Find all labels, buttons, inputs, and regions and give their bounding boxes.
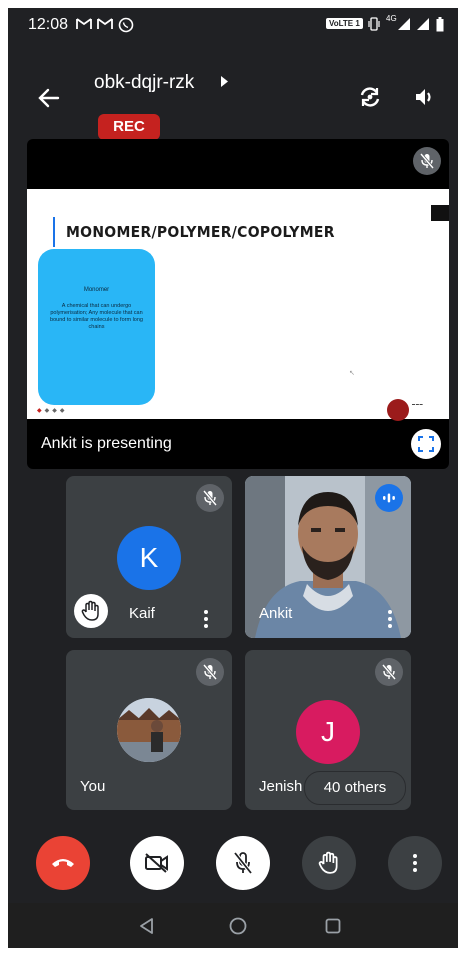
meeting-code[interactable]: obk-dqjr-rzk: [94, 72, 194, 94]
status-bar: 12:08 VoLTE 1 4G: [8, 8, 458, 42]
end-call-icon: [52, 859, 74, 867]
presentation-tile[interactable]: MONOMER/POLYMER/COPOLYMER Monomer A chem…: [27, 139, 449, 469]
speaking-indicator-icon: [375, 484, 403, 512]
signal-icon: [416, 17, 430, 34]
gmail-notification-icon: [97, 17, 113, 33]
presenting-caption: Ankit is presenting: [41, 435, 172, 452]
participant-tile-kaif[interactable]: K Kaif: [66, 476, 232, 638]
battery-icon: [436, 17, 444, 35]
participant-name: Kaif: [129, 605, 155, 622]
slide-logo: [387, 399, 409, 421]
end-call-button[interactable]: [36, 836, 90, 890]
nav-recents-icon[interactable]: [322, 915, 344, 937]
mic-off-icon: [375, 658, 403, 686]
nav-home-icon[interactable]: [227, 915, 249, 937]
slide-logo-mark: ▬ ▬ ▬: [412, 402, 423, 406]
signal-icon: [397, 17, 411, 34]
avatar: J: [296, 700, 360, 764]
slide-accent-bar: [53, 217, 55, 247]
participant-name: You: [80, 778, 106, 795]
speaker-icon[interactable]: [410, 82, 440, 112]
vibrate-icon: [368, 17, 380, 34]
meet-screen: 12:08 VoLTE 1 4G obk-dqjr-rzk REC MONOME…: [8, 8, 458, 948]
more-vertical-icon[interactable]: [380, 604, 400, 634]
switch-camera-icon[interactable]: [355, 82, 385, 112]
slide-card-heading: Monomer: [83, 287, 110, 293]
raised-hand-icon: [74, 594, 108, 628]
network-type-label: 4G: [386, 14, 397, 23]
participant-tile-you[interactable]: You: [66, 650, 232, 810]
mic-off-icon: [196, 658, 224, 686]
camera-toggle-button[interactable]: [130, 836, 184, 890]
avatar: K: [117, 526, 181, 590]
recording-badge: REC: [98, 114, 160, 140]
participant-tile-ankit[interactable]: Ankit: [245, 476, 411, 638]
volte-badge: VoLTE 1: [326, 18, 363, 29]
mic-off-icon: [196, 484, 224, 512]
whatsapp-notification-icon: [118, 17, 134, 36]
slide-corner-block: [431, 205, 449, 221]
raise-hand-icon: [318, 851, 338, 874]
raise-hand-button[interactable]: [302, 836, 356, 890]
mic-off-icon: [413, 147, 441, 175]
meeting-details-chevron-icon[interactable]: [220, 76, 229, 90]
slide-card: Monomer A chemical that can undergo poly…: [38, 249, 155, 405]
participant-name: Ankit: [259, 605, 293, 622]
shared-slide: MONOMER/POLYMER/COPOLYMER Monomer A chem…: [27, 189, 449, 421]
nav-back-icon[interactable]: [135, 915, 157, 937]
meeting-header: obk-dqjr-rzk REC: [8, 42, 458, 142]
fullscreen-icon[interactable]: [411, 429, 441, 459]
camera-off-icon: [145, 853, 168, 873]
mic-off-icon: [233, 851, 253, 875]
more-vertical-icon: [413, 854, 417, 872]
more-vertical-icon[interactable]: [196, 604, 216, 634]
more-options-button[interactable]: [388, 836, 442, 890]
mic-toggle-button[interactable]: [216, 836, 270, 890]
status-time: 12:08: [28, 16, 69, 33]
gmail-notification-icon: [76, 17, 92, 33]
participant-name: Jenish: [259, 778, 303, 795]
others-count-pill[interactable]: 40 others: [304, 771, 406, 805]
back-arrow-icon[interactable]: [38, 86, 60, 112]
avatar: [117, 698, 181, 762]
system-nav-bar: [8, 903, 458, 948]
slide-title: MONOMER/POLYMER/COPOLYMER: [66, 223, 335, 241]
slide-card-body: A chemical that can undergo polymerisati…: [50, 303, 143, 330]
slide-dots: ◆◆◆◆: [37, 408, 68, 414]
call-controls: [8, 823, 458, 903]
slide-cursor-icon: ↖: [349, 370, 355, 377]
